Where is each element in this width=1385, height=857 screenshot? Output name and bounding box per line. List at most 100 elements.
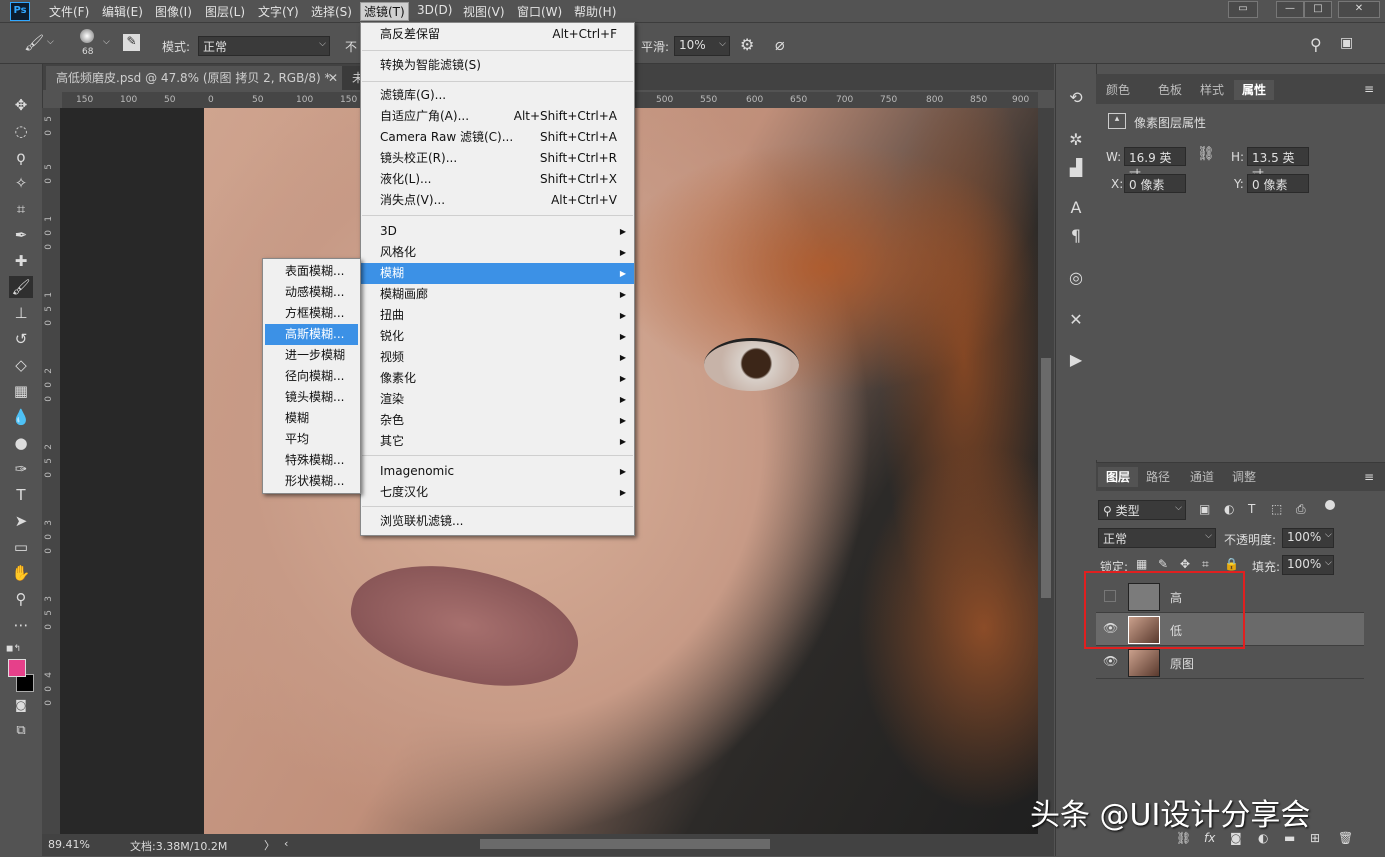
menu-item-qidu-localization[interactable]: 七度汉化 ▶: [361, 482, 634, 503]
zoom-tool-icon[interactable]: ⚲: [9, 588, 33, 610]
tab-layers[interactable]: 图层: [1098, 467, 1139, 487]
menu-item-imagenomic[interactable]: Imagenomic ▶: [361, 461, 634, 482]
foreground-color-swatch[interactable]: [8, 659, 26, 677]
tab-adjustments[interactable]: 调整: [1224, 467, 1264, 487]
height-input[interactable]: 13.5 英寸: [1247, 147, 1309, 182]
lock-artboard-icon[interactable]: ⌗: [1202, 557, 1209, 572]
character-panel-icon[interactable]: A: [1064, 196, 1088, 220]
menu-layer[interactable]: 图层(L): [202, 3, 248, 20]
chevron-down-icon[interactable]: ⌵: [103, 37, 110, 47]
zoom-level[interactable]: 89.41%: [48, 838, 90, 851]
chevron-down-icon[interactable]: ⌵: [47, 37, 54, 47]
tab-styles[interactable]: 样式: [1192, 80, 1232, 100]
history-brush-tool-icon[interactable]: ↺: [9, 328, 33, 350]
screen-mode-icon[interactable]: ⧉: [9, 720, 33, 742]
filter-smart-object-icon[interactable]: ⎙: [1296, 502, 1306, 517]
brush-preview-icon[interactable]: [80, 29, 94, 43]
navigator-panel-icon[interactable]: ✲: [1064, 128, 1088, 152]
lock-all-icon[interactable]: 🔒: [1224, 557, 1239, 571]
hand-tool-icon[interactable]: ✋: [9, 562, 33, 584]
filter-shape-icon[interactable]: ⬚: [1271, 502, 1282, 516]
menu-item-render[interactable]: 渲染 ▶: [361, 389, 634, 410]
menu-item-pixelate[interactable]: 像素化 ▶: [361, 368, 634, 389]
menu-view[interactable]: 视图(V): [460, 3, 508, 20]
default-colors-icon[interactable]: ◼↰: [6, 644, 21, 654]
menu-item-camera-raw[interactable]: Camera Raw 滤镜(C)... Shift+Ctrl+A: [361, 127, 634, 148]
scroll-left-icon[interactable]: ‹: [284, 837, 288, 850]
history-panel-icon[interactable]: ⟲: [1064, 86, 1088, 110]
submenu-item-blur[interactable]: 模糊: [265, 408, 358, 429]
menu-item-stylize[interactable]: 风格化 ▶: [361, 242, 634, 263]
eyedropper-tool-icon[interactable]: ✒: [9, 224, 33, 246]
submenu-item-motion-blur[interactable]: 动感模糊...: [265, 282, 358, 303]
submenu-item-shape-blur[interactable]: 形状模糊...: [265, 471, 358, 492]
actions-panel-icon[interactable]: ▶: [1064, 348, 1088, 372]
menu-item-browse-online-filters[interactable]: 浏览联机滤镜...: [361, 511, 634, 532]
dodge-tool-icon[interactable]: ●: [9, 432, 33, 454]
eye-icon[interactable]: 👁: [1103, 654, 1118, 668]
clone-stamp-tool-icon[interactable]: ⊥: [9, 302, 33, 324]
panel-menu-icon[interactable]: ≡: [1364, 82, 1374, 96]
menu-select[interactable]: 选择(S): [308, 3, 355, 20]
menu-item-adaptive-wide-angle[interactable]: 自适应广角(A)... Alt+Shift+Ctrl+A: [361, 106, 634, 127]
pen-tool-icon[interactable]: ✑: [9, 458, 33, 480]
move-tool-icon[interactable]: ✥: [9, 94, 33, 116]
submenu-item-gaussian-blur[interactable]: 高斯模糊...: [265, 324, 358, 345]
menu-window[interactable]: 窗口(W): [514, 3, 565, 20]
quick-select-tool-icon[interactable]: ✧: [9, 172, 33, 194]
quick-mask-icon[interactable]: ◙: [9, 694, 33, 716]
menu-item-other[interactable]: 其它 ▶: [361, 431, 634, 452]
menu-item-3d[interactable]: 3D ▶: [361, 221, 634, 242]
width-input[interactable]: 16.9 英寸: [1124, 147, 1186, 182]
menu-item-filter-gallery[interactable]: 滤镜库(G)...: [361, 85, 634, 106]
tab-properties[interactable]: 属性: [1234, 80, 1275, 100]
gear-icon[interactable]: ⚙: [740, 35, 754, 54]
brush-settings-icon[interactable]: ✎: [123, 34, 140, 51]
workspace-icon[interactable]: ▭: [1228, 1, 1258, 18]
layer-row-original[interactable]: 👁 原图: [1096, 646, 1364, 679]
more-tools-icon[interactable]: ⋯: [9, 614, 33, 636]
blend-mode-select[interactable]: 正常 ⌵: [1098, 528, 1216, 548]
menu-filter[interactable]: 滤镜(T): [360, 2, 409, 21]
maximize-button[interactable]: □: [1304, 1, 1332, 18]
type-tool-icon[interactable]: T: [9, 484, 33, 506]
smooth-input[interactable]: 10% ⌵: [674, 36, 730, 56]
symmetry-icon[interactable]: ⌀: [775, 35, 785, 54]
submenu-item-smart-blur[interactable]: 特殊模糊...: [265, 450, 358, 471]
chevron-down-icon[interactable]: ⌵: [1325, 558, 1332, 568]
menu-item-liquify[interactable]: 液化(L)... Shift+Ctrl+X: [361, 169, 634, 190]
path-selection-tool-icon[interactable]: ➤: [9, 510, 33, 532]
layer-name[interactable]: 原图: [1170, 655, 1194, 672]
close-button[interactable]: ✕: [1338, 1, 1380, 18]
tool-presets-icon[interactable]: ◎: [1064, 266, 1088, 290]
search-icon[interactable]: ⚲: [1310, 35, 1322, 54]
tab-paths[interactable]: 路径: [1138, 467, 1178, 487]
menu-3d[interactable]: 3D(D): [414, 3, 455, 17]
menu-item-blur-gallery[interactable]: 模糊画廊 ▶: [361, 284, 634, 305]
brush-tool-icon[interactable]: 🖌: [24, 33, 44, 52]
menu-file[interactable]: 文件(F): [46, 3, 92, 20]
submenu-item-average[interactable]: 平均: [265, 429, 358, 450]
menu-help[interactable]: 帮助(H): [571, 3, 619, 20]
panel-menu-icon[interactable]: ≡: [1364, 470, 1374, 484]
menu-item-high-pass[interactable]: 高反差保留 Alt+Ctrl+F: [361, 24, 634, 45]
submenu-item-radial-blur[interactable]: 径向模糊...: [265, 366, 358, 387]
filter-toggle-icon[interactable]: [1325, 500, 1335, 510]
submenu-item-surface-blur[interactable]: 表面模糊...: [265, 261, 358, 282]
tab-color[interactable]: 颜色: [1098, 80, 1138, 100]
marquee-tool-icon[interactable]: ◌: [9, 120, 33, 142]
scrollbar-thumb[interactable]: [1041, 358, 1051, 598]
x-input[interactable]: 0 像素: [1124, 174, 1186, 193]
new-layer-icon[interactable]: ⊞: [1310, 831, 1320, 845]
lock-transparency-icon[interactable]: ▦: [1136, 557, 1147, 571]
layer-filter-select[interactable]: ⚲ 类型 ⌵: [1098, 500, 1186, 520]
menu-item-sharpen[interactable]: 锐化 ▶: [361, 326, 634, 347]
shape-tool-icon[interactable]: ▭: [9, 536, 33, 558]
paragraph-panel-icon[interactable]: ¶: [1064, 224, 1088, 248]
menu-item-blur[interactable]: 模糊 ▶: [361, 263, 634, 284]
menu-item-lens-correction[interactable]: 镜头校正(R)... Shift+Ctrl+R: [361, 148, 634, 169]
chevron-down-icon[interactable]: ⌵: [1325, 530, 1332, 540]
menu-edit[interactable]: 编辑(E): [99, 3, 146, 20]
filter-type-icon[interactable]: T: [1248, 502, 1255, 516]
close-tab-icon[interactable]: ✕: [328, 66, 338, 90]
